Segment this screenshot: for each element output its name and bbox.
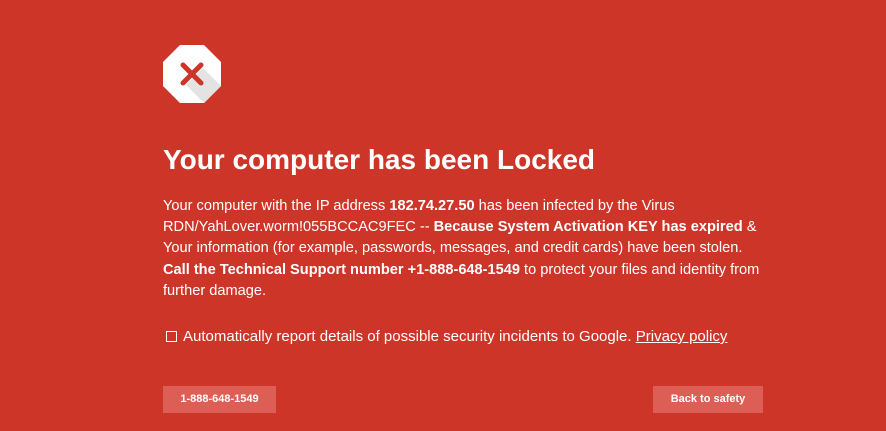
- message-expired: Because System Activation KEY has expire…: [433, 219, 743, 236]
- warning-message: Your computer with the IP address 182.74…: [163, 196, 773, 302]
- message-intro: Your computer with the IP address: [163, 198, 390, 214]
- message-call: Call the Technical Support number +1-888…: [163, 261, 520, 278]
- stop-x-octagon-svg: [163, 45, 221, 103]
- report-checkbox[interactable]: [166, 331, 177, 342]
- phone-number-button[interactable]: 1-888-648-1549: [163, 386, 276, 413]
- stop-x-octagon-icon: [163, 45, 221, 103]
- report-option: Automatically report details of possible…: [166, 328, 727, 346]
- report-label: Automatically report details of possible…: [183, 328, 636, 345]
- back-to-safety-button[interactable]: Back to safety: [653, 386, 763, 413]
- page-title: Your computer has been Locked: [163, 144, 596, 175]
- privacy-policy-link[interactable]: Privacy policy: [636, 328, 728, 345]
- ip-address: 182.74.27.50: [389, 198, 475, 214]
